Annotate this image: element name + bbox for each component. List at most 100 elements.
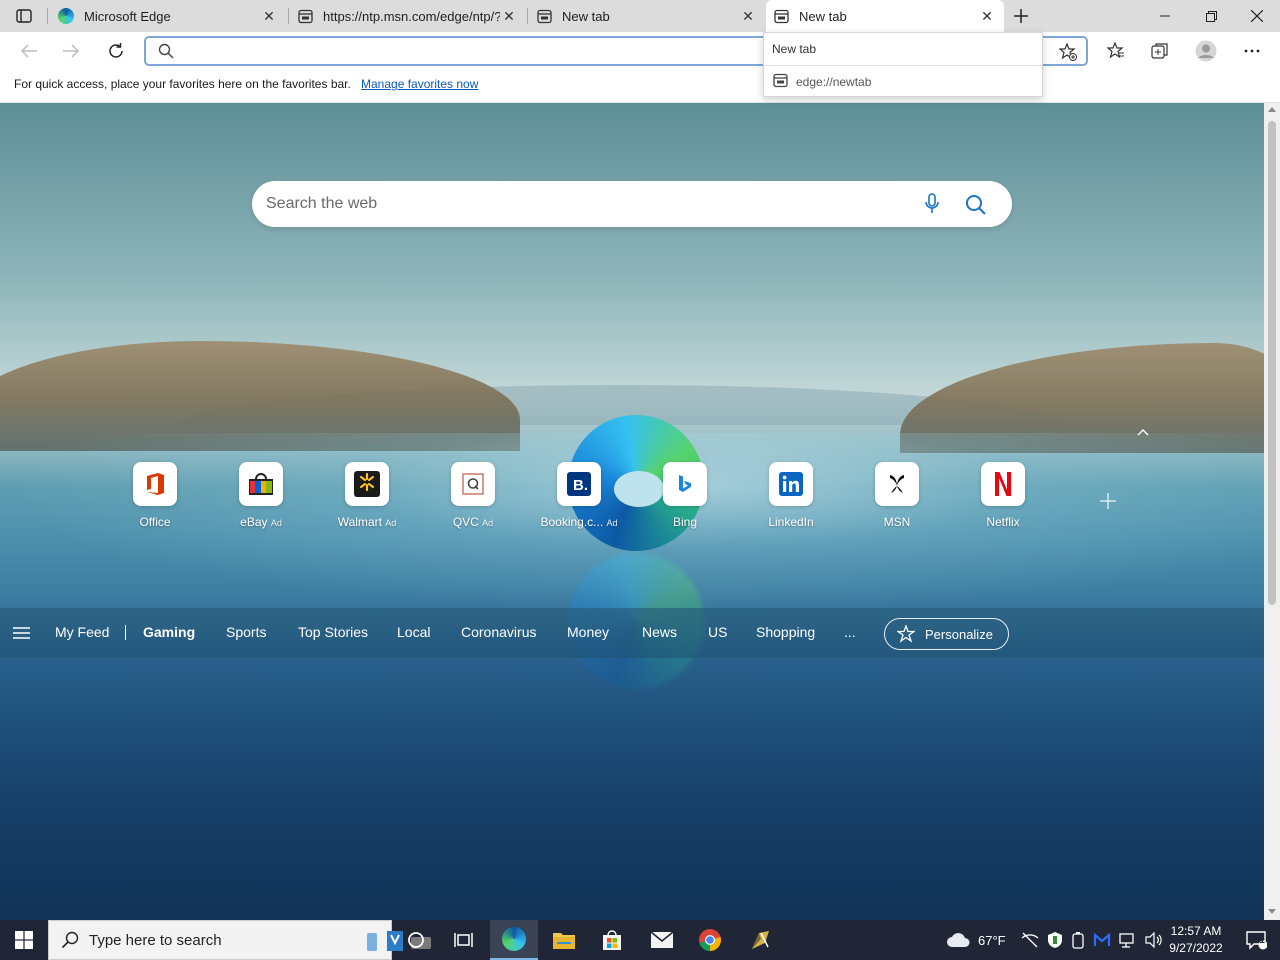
scroll-down-arrow-icon[interactable] xyxy=(1268,909,1276,914)
feed-tab-news[interactable]: News xyxy=(642,624,677,640)
tab-close-icon[interactable]: ✕ xyxy=(500,7,518,25)
address-input[interactable] xyxy=(182,40,782,62)
add-favorite-button[interactable] xyxy=(1058,42,1078,62)
feed-tab-money[interactable]: Money xyxy=(567,624,609,640)
netflix-icon xyxy=(981,462,1025,506)
office-icon xyxy=(133,462,177,506)
search-submit-button[interactable] xyxy=(963,192,989,218)
quick-link-netflix[interactable]: Netflix xyxy=(958,462,1048,529)
tab-new-tab[interactable]: New tab ✕ xyxy=(529,0,765,32)
web-search-box[interactable] xyxy=(252,181,1012,227)
msn-butterfly-icon xyxy=(875,462,919,506)
restore-button[interactable] xyxy=(1188,0,1234,32)
app-icon xyxy=(752,931,769,949)
battery-meter-icon[interactable] xyxy=(1071,931,1085,949)
taskbar-store[interactable] xyxy=(588,920,636,960)
quick-link-walmart[interactable]: Walmart Ad xyxy=(322,462,412,529)
walmart-icon xyxy=(345,462,389,506)
quick-link-linkedin[interactable]: LinkedIn xyxy=(746,462,836,529)
quick-link-qvc[interactable]: QVC Ad xyxy=(428,462,518,529)
taskbar-mail[interactable] xyxy=(638,920,686,960)
quick-link-label: LinkedIn xyxy=(768,515,814,529)
profile-button[interactable] xyxy=(1191,36,1221,66)
manage-favorites-link[interactable]: Manage favorites now xyxy=(361,77,478,91)
system-tray-icons xyxy=(1021,920,1163,960)
tab-close-icon[interactable]: ✕ xyxy=(739,7,757,25)
taskbar-edge[interactable] xyxy=(490,920,538,960)
quick-link-ebay[interactable]: eBay Ad xyxy=(216,462,306,529)
tab-msn-ntp[interactable]: https://ntp.msn.com/edge/ntp/? ✕ xyxy=(290,0,526,32)
network-disconnected-icon[interactable] xyxy=(1021,932,1039,948)
taskbar-search-box[interactable]: Type here to search xyxy=(48,920,431,960)
tab-close-icon[interactable]: ✕ xyxy=(260,7,278,25)
feed-tab-us[interactable]: US xyxy=(708,624,727,640)
cortana-button[interactable] xyxy=(392,920,440,960)
feed-tab-sports[interactable]: Sports xyxy=(226,624,266,640)
scrollbar-thumb[interactable] xyxy=(1268,121,1276,605)
volume-icon[interactable] xyxy=(1145,932,1163,948)
feed-more-button[interactable]: ... xyxy=(844,624,856,640)
quick-link-msn[interactable]: MSN xyxy=(852,462,942,529)
settings-menu-button[interactable] xyxy=(1237,36,1267,66)
tab-title: New tab xyxy=(799,8,847,24)
restore-icon xyxy=(1205,10,1217,22)
quick-link-office[interactable]: Office xyxy=(110,462,200,529)
feed-tab-local[interactable]: Local xyxy=(397,624,430,640)
minimize-button[interactable] xyxy=(1142,0,1188,32)
qvc-icon xyxy=(451,462,495,506)
refresh-icon xyxy=(109,43,123,58)
back-button[interactable] xyxy=(14,36,44,66)
weather-widget[interactable]: 67°F xyxy=(946,920,1006,960)
taskbar-chrome[interactable] xyxy=(686,920,734,960)
task-view-button[interactable] xyxy=(440,920,488,960)
quick-link-booking[interactable]: B. Booking.c... Ad xyxy=(534,462,624,529)
notification-center-button[interactable]: 1 xyxy=(1232,920,1280,960)
hover-card-url: edge://newtab xyxy=(796,75,872,89)
page-icon xyxy=(773,73,788,88)
taskbar-file-explorer[interactable] xyxy=(540,920,588,960)
new-tab-button[interactable] xyxy=(1008,4,1034,28)
hamburger-menu-icon[interactable] xyxy=(12,624,32,642)
feed-tab-shopping[interactable]: Shopping xyxy=(756,624,815,640)
taskbar-app[interactable] xyxy=(736,920,784,960)
scroll-up-arrow-icon[interactable] xyxy=(1268,107,1276,112)
refresh-button[interactable] xyxy=(101,36,131,66)
microphone-icon xyxy=(925,193,939,213)
add-quick-link-button[interactable] xyxy=(1096,489,1120,513)
divider xyxy=(764,65,1042,66)
security-shield-icon[interactable] xyxy=(1047,931,1063,949)
web-search-input[interactable] xyxy=(266,192,886,216)
feed-tab-coronavirus[interactable]: Coronavirus xyxy=(461,624,536,640)
divider xyxy=(125,625,126,640)
weather-temperature: 67°F xyxy=(978,932,1006,948)
collapse-quick-links-button[interactable] xyxy=(1132,421,1154,443)
collections-button[interactable] xyxy=(1145,36,1175,66)
feed-tab-gaming[interactable]: Gaming xyxy=(143,624,195,640)
favorites-button[interactable] xyxy=(1101,36,1131,66)
malwarebytes-icon[interactable] xyxy=(1093,932,1111,948)
tab-hover-card: New tab edge://newtab xyxy=(763,32,1043,97)
feed-tab-top-stories[interactable]: Top Stories xyxy=(298,624,368,640)
start-button[interactable] xyxy=(0,920,48,960)
close-window-button[interactable] xyxy=(1234,0,1280,32)
forward-arrow-icon xyxy=(63,44,79,58)
personalize-button[interactable]: Personalize xyxy=(884,618,1009,650)
system-clock[interactable]: 12:57 AM 9/27/2022 xyxy=(1168,923,1224,957)
tab-new-tab-active[interactable]: New tab ✕ xyxy=(766,0,1004,32)
search-icon xyxy=(61,931,79,949)
tab-close-icon[interactable]: ✕ xyxy=(978,7,996,25)
feed-tab-my-feed[interactable]: My Feed xyxy=(55,624,109,640)
tab-title: Microsoft Edge xyxy=(84,8,171,24)
quick-link-label: eBay xyxy=(240,515,268,529)
network-icon[interactable] xyxy=(1119,932,1137,948)
voice-search-button[interactable] xyxy=(920,192,944,216)
quick-link-label: Booking.c... xyxy=(540,515,604,529)
quick-link-bing[interactable]: Bing xyxy=(640,462,730,529)
forward-button[interactable] xyxy=(56,36,86,66)
quick-link-label: MSN xyxy=(883,515,911,529)
tab-microsoft-edge[interactable]: Microsoft Edge ✕ xyxy=(50,0,286,32)
tab-actions-menu-button[interactable] xyxy=(10,6,38,26)
chevron-up-icon xyxy=(1137,429,1149,436)
plus-icon xyxy=(1100,493,1116,509)
page-scrollbar[interactable] xyxy=(1264,103,1280,920)
